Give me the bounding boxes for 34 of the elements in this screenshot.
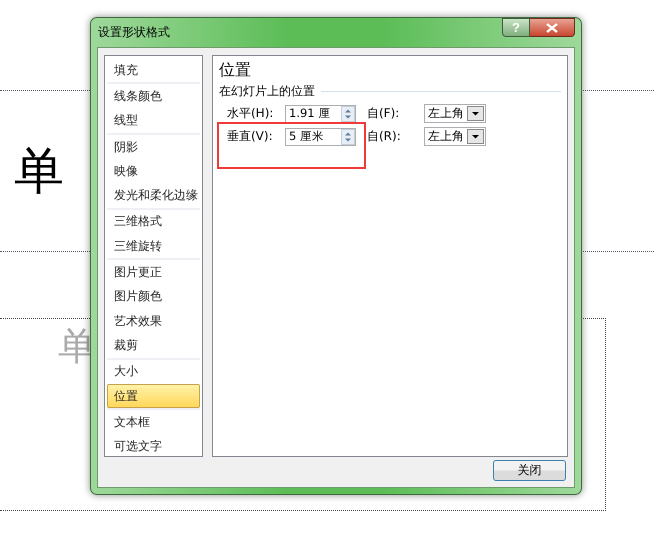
slide-title: 单 [14,146,64,196]
dropdown-field[interactable]: 左上角 [424,104,486,123]
category-item[interactable]: 三维旋转 [107,234,200,258]
panel-heading: 位置 [219,60,252,81]
category-item[interactable]: 填充 [107,58,200,82]
category-item[interactable]: 映像 [107,159,200,184]
category-item[interactable]: 线条颜色 [107,84,200,109]
category-item[interactable]: 文本框 [107,410,200,434]
category-item[interactable]: 线型 [107,108,200,133]
spin-field[interactable]: 5 厘米 [285,128,356,146]
slide-subtitle: 单 [58,324,96,368]
close-button[interactable] [530,18,575,37]
category-item[interactable]: 艺术效果 [107,308,200,334]
category-item[interactable]: 大小 [107,360,200,384]
field-label: 垂直(V): [227,128,274,145]
close-dialog-button[interactable]: 关闭 [493,460,566,481]
spinner-icon[interactable] [341,106,355,122]
field-label: 自(F): [367,105,400,122]
category-item[interactable]: 裁剪 [107,333,200,358]
window-title: 设置形状格式 [97,24,170,41]
category-item[interactable]: 阴影 [107,134,200,160]
spinner-icon[interactable] [341,128,355,144]
field-label: 自(R): [367,128,402,145]
dropdown-field[interactable]: 左上角 [424,127,486,146]
category-item[interactable]: 图片颜色 [107,284,200,309]
category-item[interactable]: 图片更正 [107,260,200,285]
close-icon [546,22,558,32]
category-item[interactable]: 可选文字 [107,434,200,459]
field-label: 水平(H): [227,105,274,122]
section-title: 在幻灯片上的位置 [219,83,315,100]
spin-field[interactable]: 1.91 厘 [285,104,356,122]
category-item[interactable]: 发光和柔化边缘 [107,183,200,208]
category-item[interactable]: 三维格式 [107,210,200,234]
category-item[interactable]: 位置 [107,384,200,408]
